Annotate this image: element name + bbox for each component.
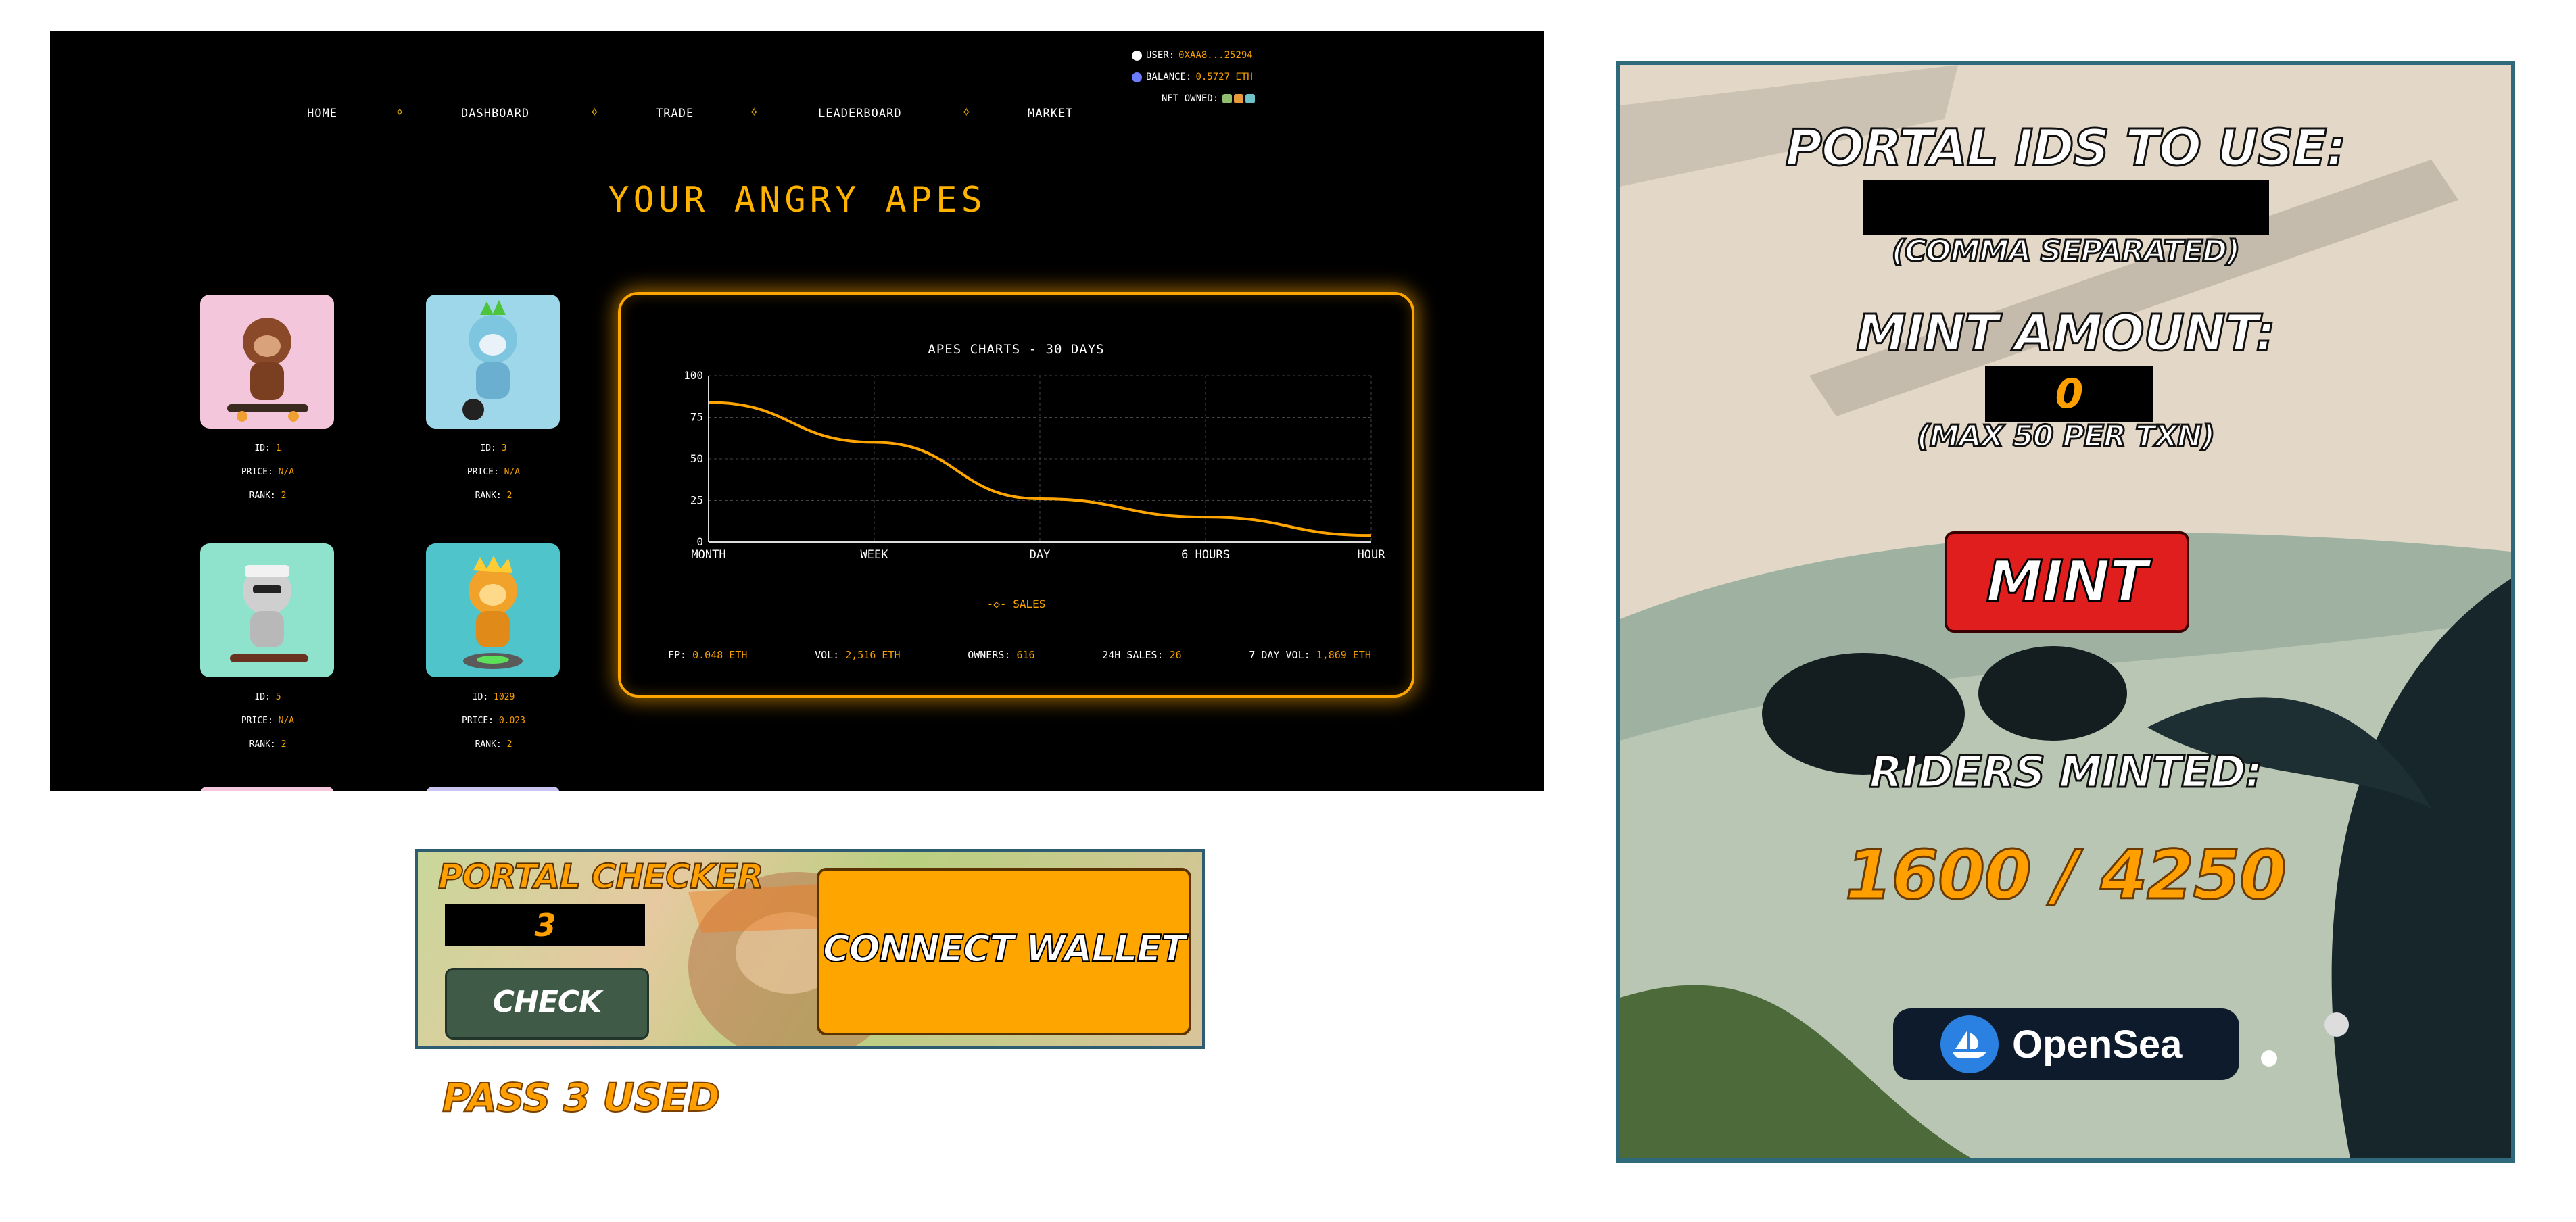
balance-value: 0.5727 ETH <box>1195 72 1253 82</box>
portal-id-input[interactable]: 3 <box>445 904 645 946</box>
user-info: USER: 0XAA8...25294 BALANCE: 0.5727 ETH … <box>1132 45 1256 109</box>
nav-leaderboard-link[interactable]: LEADERBOARD <box>818 107 902 120</box>
ape-id: 5 <box>275 692 281 702</box>
ape-price-label: PRICE: <box>467 467 499 477</box>
banana-icon: ✧ <box>961 101 972 120</box>
banana-icon: ✧ <box>395 101 405 120</box>
ape-price: 0.023 <box>498 716 525 726</box>
nft-owned-label: NFT OWNED: <box>1162 93 1219 104</box>
y-tick-label: 75 <box>690 411 703 424</box>
x-tick-label: MONTH <box>691 548 725 562</box>
chart-stats: FP: 0.048 ETH VOL: 2,516 ETH OWNERS: 616… <box>668 649 1371 661</box>
ape-card[interactable]: ID: 5 PRICE: N/A RANK: 2 <box>200 543 335 756</box>
ape-card-partial[interactable] <box>426 787 560 791</box>
opensea-label: OpenSea <box>2012 1022 2183 1067</box>
riders-minted-count: 1600 / 4250 <box>1844 835 2288 916</box>
ape-card[interactable]: ID: 1 PRICE: N/A RANK: 2 <box>200 295 335 508</box>
dashboard-panel: HOME ✧ DASHBOARD ✧ TRADE ✧ LEADERBOARD ✧… <box>50 31 1544 791</box>
ape-id: 3 <box>501 443 507 454</box>
ape-id-label: ID: <box>472 692 489 702</box>
ape-rank-label: RANK: <box>249 491 276 501</box>
ape-rank-label: RANK: <box>249 739 276 750</box>
stat-7day-vol: 7 DAY VOL: 1,869 ETH <box>1249 649 1371 661</box>
y-tick-label: 0 <box>696 535 703 548</box>
ape-card[interactable]: ID: 3 PRICE: N/A RANK: 2 <box>426 295 561 508</box>
ape-image <box>200 543 334 677</box>
checker-title: PORTAL CHECKER <box>437 856 764 897</box>
nft-thumbnails <box>1222 94 1256 103</box>
ape-price: N/A <box>278 467 295 477</box>
legend-marker-icon: -◇- <box>986 597 1007 610</box>
portal-checker-panel: PORTAL CHECKER 3 CHECK CONNECT WALLET <box>415 849 1205 1049</box>
ape-card-partial[interactable] <box>200 787 334 791</box>
nav-dashboard-link[interactable]: DASHBOARD <box>461 107 529 120</box>
max-per-txn-hint: (MAX 50 PER TXN) <box>1915 418 2216 455</box>
mint-amount-input[interactable]: 0 <box>1985 366 2153 422</box>
portal-ids-label: PORTAL IDS TO USE: <box>1784 118 2347 178</box>
stat-24h-sales: 24H SALES: 26 <box>1102 649 1182 661</box>
opensea-link[interactable]: OpenSea <box>1893 1008 2239 1080</box>
eth-icon <box>1132 72 1142 82</box>
ape-rank: 2 <box>281 739 287 750</box>
y-tick-label: 25 <box>690 494 703 507</box>
ape-rank: 2 <box>281 491 287 501</box>
x-tick-label: HOUR <box>1358 548 1386 562</box>
ape-id-label: ID: <box>254 443 270 454</box>
mint-button[interactable]: MINT <box>1945 531 2189 633</box>
page-title: YOUR ANGRY APES <box>608 180 986 220</box>
ape-price: N/A <box>504 467 521 477</box>
ape-rank-label: RANK: <box>475 491 502 501</box>
stat-owners: OWNERS: 616 <box>968 649 1035 661</box>
apes-chart-panel: APES CHARTS - 30 DAYS 0 25 50 75 100 MONTH WEE… <box>618 292 1414 698</box>
ape-image <box>426 543 560 677</box>
ape-rank: 2 <box>506 491 512 501</box>
x-tick-label: 6 HOURS <box>1181 548 1230 562</box>
riders-minted-label: RIDERS MINTED: <box>1868 747 2264 799</box>
mint-panel: PORTAL IDS TO USE: (COMMA SEPARATED) MIN… <box>1616 61 2515 1163</box>
check-button[interactable]: CHECK <box>445 968 649 1040</box>
ape-id-label: ID: <box>480 443 496 454</box>
ape-id: 1029 <box>494 692 515 702</box>
balance-label: BALANCE: <box>1146 72 1192 82</box>
ape-image <box>426 295 560 429</box>
ape-price-label: PRICE: <box>241 716 273 726</box>
nav-market-link[interactable]: MARKET <box>1028 107 1073 120</box>
ape-id-label: ID: <box>254 692 270 702</box>
apes-chart: 0 25 50 75 100 MONTH WEEK DAY 6 HOURS HOUR <box>684 369 1386 562</box>
legend-label: SALES <box>1013 597 1046 610</box>
y-tick-label: 100 <box>684 369 703 382</box>
ape-id: 1 <box>275 443 281 454</box>
user-label: USER: <box>1146 50 1175 61</box>
portal-ids-input[interactable] <box>1863 180 2269 235</box>
ape-price: N/A <box>278 716 295 726</box>
comma-separated-hint: (COMMA SEPARATED) <box>1890 233 2241 270</box>
stat-vol: VOL: 2,516 ETH <box>815 649 901 661</box>
user-icon <box>1132 50 1142 61</box>
y-tick-label: 50 <box>690 452 703 465</box>
connect-wallet-button[interactable]: CONNECT WALLET <box>817 868 1191 1035</box>
ape-price-label: PRICE: <box>241 467 273 477</box>
stat-fp: FP: 0.048 ETH <box>668 649 748 661</box>
ape-image <box>200 295 334 429</box>
mint-amount-label: MINT AMOUNT: <box>1855 303 2276 364</box>
opensea-logo-icon <box>1940 1015 1999 1073</box>
ape-rank-label: RANK: <box>475 739 502 750</box>
user-address: 0XAA8...25294 <box>1178 50 1253 61</box>
ape-price-label: PRICE: <box>462 716 494 726</box>
nav-trade-link[interactable]: TRADE <box>656 107 694 120</box>
ape-card[interactable]: ID: 1029 PRICE: 0.023 RANK: 2 <box>426 543 561 756</box>
banana-icon: ✧ <box>749 101 759 120</box>
x-tick-label: DAY <box>1030 548 1051 562</box>
nav-home-link[interactable]: HOME <box>307 107 337 120</box>
x-tick-label: WEEK <box>861 548 889 562</box>
checker-result: PASS 3 USED <box>442 1074 721 1121</box>
chart-legend: -◇- SALES <box>621 597 1412 610</box>
ape-rank: 2 <box>506 739 512 750</box>
banana-icon: ✧ <box>590 101 600 120</box>
top-nav: HOME ✧ DASHBOARD ✧ TRADE ✧ LEADERBOARD ✧… <box>50 74 1544 120</box>
